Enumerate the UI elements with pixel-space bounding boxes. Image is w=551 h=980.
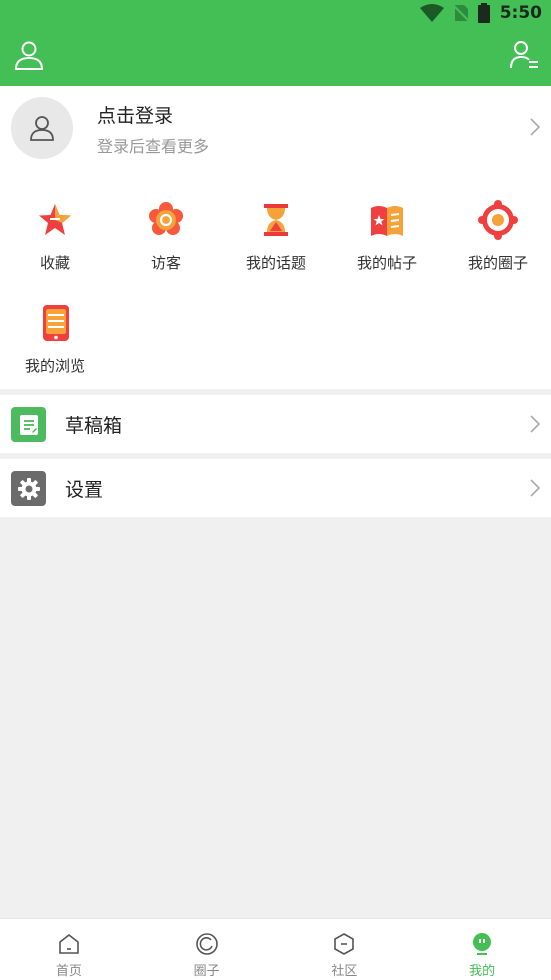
shortcut-my-posts[interactable]: 我的帖子 xyxy=(332,174,442,272)
no-sim-icon xyxy=(451,4,470,22)
shortcut-label: 收藏 xyxy=(39,254,70,272)
login-title[interactable]: 点击登录 xyxy=(97,101,173,128)
bottom-tab-bar: 首页 圈子 社区 我的 xyxy=(0,918,551,980)
gear-flower-icon xyxy=(478,200,518,240)
shortcut-label: 我的圈子 xyxy=(467,254,528,272)
header: 5:50 xyxy=(0,0,551,86)
settings-gear-icon xyxy=(11,471,46,506)
menu-row-drafts[interactable]: 草稿箱 xyxy=(0,395,551,453)
chevron-right-icon xyxy=(530,479,541,497)
shortcut-grid: 收藏 访客 我的话题 我的帖子 我的圈子 我的浏览 xyxy=(0,174,551,389)
shortcut-visitors[interactable]: 访客 xyxy=(111,174,221,272)
shortcut-my-circles[interactable]: 我的圈子 xyxy=(443,174,551,272)
avatar[interactable] xyxy=(11,97,73,159)
tab-circles[interactable]: 圈子 xyxy=(138,919,276,980)
shortcut-my-topics[interactable]: 我的话题 xyxy=(221,174,331,272)
tab-home[interactable]: 首页 xyxy=(0,919,138,980)
hourglass-icon xyxy=(264,204,288,236)
tab-label: 圈子 xyxy=(193,964,220,979)
shortcut-favorites[interactable]: 收藏 xyxy=(0,174,110,272)
avatar-placeholder-icon xyxy=(30,116,54,141)
menu-row-settings[interactable]: 设置 xyxy=(0,459,551,517)
hexagon-icon xyxy=(334,933,355,955)
tab-community[interactable]: 社区 xyxy=(276,919,414,980)
star-icon xyxy=(39,204,71,235)
login-card[interactable]: 点击登录 登录后查看更多 xyxy=(0,86,551,174)
drafts-icon xyxy=(11,407,46,442)
shortcut-label: 我的帖子 xyxy=(356,254,417,272)
flower-icon xyxy=(149,202,183,235)
phone-icon xyxy=(43,305,69,341)
drafts-label: 草稿箱 xyxy=(65,415,123,437)
home-icon xyxy=(59,933,79,954)
chevron-right-icon xyxy=(530,415,541,433)
me-icon xyxy=(473,933,492,955)
shortcut-label: 访客 xyxy=(150,254,181,272)
settings-label: 设置 xyxy=(65,479,104,501)
shortcut-label: 我的话题 xyxy=(245,254,306,272)
circle-icon xyxy=(195,933,218,955)
tab-label: 我的 xyxy=(469,964,496,979)
wifi-icon xyxy=(419,4,444,22)
chevron-right-icon xyxy=(530,118,541,136)
tab-label: 首页 xyxy=(55,964,82,979)
user-list-icon[interactable] xyxy=(509,40,539,70)
shortcut-my-history[interactable]: 我的浏览 xyxy=(0,277,110,375)
tab-label: 社区 xyxy=(331,964,358,979)
clock: 5:50 xyxy=(499,3,542,23)
battery-icon xyxy=(477,3,490,23)
login-subtitle: 登录后查看更多 xyxy=(97,137,210,156)
shortcut-label: 我的浏览 xyxy=(24,357,85,375)
user-icon[interactable] xyxy=(14,40,44,70)
tab-me[interactable]: 我的 xyxy=(413,919,551,980)
status-bar: 5:50 xyxy=(0,0,551,26)
app-bar xyxy=(0,38,551,74)
book-icon xyxy=(371,206,403,236)
